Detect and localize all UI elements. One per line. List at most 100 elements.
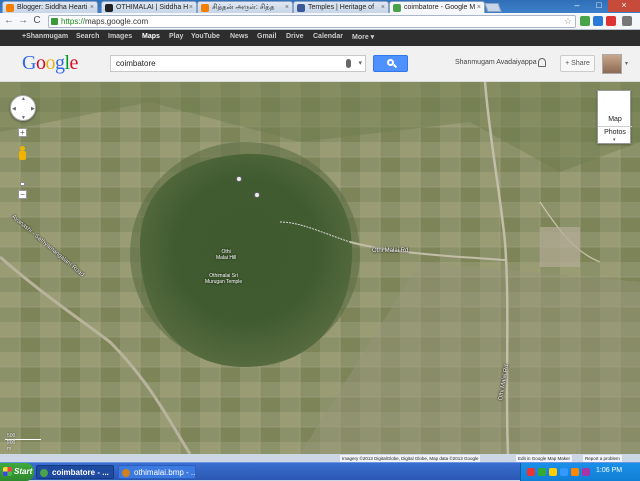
zoom-in-button[interactable]: + (18, 128, 27, 137)
address-bar[interactable]: https://maps.google.com ☆ (48, 15, 576, 28)
logo-letter: e (69, 52, 79, 74)
search-dropdown-icon[interactable]: ▾ (358, 56, 362, 71)
satellite-imagery (0, 82, 640, 454)
google-bar-link[interactable]: Drive (286, 33, 304, 40)
taskbar-app-icon (40, 469, 48, 477)
map-type-control[interactable]: Map Photos ▾ (597, 90, 632, 144)
taskbar-item[interactable]: coimbatore - ... (36, 465, 114, 479)
chevron-down-icon[interactable]: ▾ (613, 137, 616, 143)
tray-icon[interactable] (527, 468, 535, 476)
pan-control[interactable]: ▲ ▼ ◀ ▶ (10, 95, 36, 121)
bookmark-star-icon[interactable]: ☆ (564, 16, 572, 27)
pan-left-icon[interactable]: ◀ (12, 106, 16, 112)
road-label-othi-malai-rd: Othi Malai Rd (372, 248, 409, 254)
url-host: maps.google.com (85, 17, 149, 26)
google-logo[interactable]: Google (22, 52, 78, 75)
browser-tab[interactable]: Blogger: Siddha Hearti × (2, 1, 98, 13)
taskbar-item-label: coimbatore - ... (52, 468, 109, 477)
google-bar-link[interactable]: Play (169, 33, 183, 40)
new-tab-button[interactable] (484, 3, 502, 12)
google-bar-link[interactable]: More ▾ (352, 33, 374, 41)
map-type-map[interactable]: Map (598, 116, 632, 123)
tab-favicon-icon (105, 4, 113, 12)
temple-marker-icon[interactable] (254, 192, 260, 198)
google-bar-link[interactable]: Calendar (313, 33, 343, 40)
avatar-dropdown-icon[interactable]: ▾ (625, 60, 628, 67)
temple-label: Othimalai Sri Murugan Temple (205, 273, 242, 285)
tab-title: coimbatore - Google M (404, 4, 476, 11)
pan-right-icon[interactable]: ▶ (31, 106, 35, 112)
pan-down-icon[interactable]: ▼ (21, 115, 26, 121)
tray-icon[interactable] (571, 468, 579, 476)
tab-title: Blogger: Siddha Hearti (17, 4, 88, 11)
tray-icon[interactable] (538, 468, 546, 476)
divider (598, 126, 632, 127)
start-label: Start (14, 467, 33, 476)
minimize-button[interactable]: – (566, 0, 588, 12)
browser-tab[interactable]: coimbatore - Google M × (389, 1, 485, 13)
extension-icon[interactable] (593, 16, 603, 26)
browser-tab[interactable]: சித்தன் அருள்: சித்த × (197, 1, 293, 13)
windows-taskbar: Start coimbatore - ... othimalai.bmp - ..… (0, 462, 640, 481)
maximize-button[interactable]: □ (588, 0, 610, 12)
tab-close-icon[interactable]: × (90, 2, 94, 13)
hill-marker-icon[interactable] (236, 176, 242, 182)
taskbar-app-icon (122, 469, 130, 477)
avatar[interactable] (602, 54, 622, 74)
browser-tab[interactable]: Temples | Heritage of × (293, 1, 389, 13)
microphone-icon[interactable] (346, 59, 351, 68)
google-bar-link[interactable]: YouTube (191, 33, 220, 40)
search-icon-handle (392, 63, 398, 69)
tab-title: சித்தன் அருள்: சித்த (212, 4, 275, 11)
zoom-out-button[interactable]: − (18, 190, 27, 199)
logo-letter: o (45, 52, 55, 74)
google-bar-link[interactable]: Search (76, 33, 99, 40)
extension-icon[interactable] (580, 16, 590, 26)
tray-icon[interactable] (560, 468, 568, 476)
google-bar-link[interactable]: +Shanmugam (22, 33, 68, 40)
map-canvas[interactable]: Othi Malai Rd Othi Malai Rd Avanashi - S… (0, 82, 640, 454)
tray-icon[interactable] (582, 468, 590, 476)
street-view-pegman-icon[interactable] (19, 146, 26, 161)
share-button[interactable]: + Share (560, 55, 595, 72)
map-type-photos[interactable]: Photos (598, 129, 632, 136)
google-bar: +Shanmugam Search Images Maps Play YouTube New… (0, 30, 640, 46)
tab-close-icon[interactable]: × (477, 2, 481, 13)
tab-close-icon[interactable]: × (189, 2, 193, 13)
windows-logo-icon (3, 467, 12, 476)
taskbar-item[interactable]: othimalai.bmp - ... (118, 465, 196, 479)
google-bar-link[interactable]: Images (108, 33, 132, 40)
reload-button[interactable]: C (31, 15, 43, 27)
logo-letter: G (22, 52, 36, 74)
google-bar-link[interactable]: Maps (142, 33, 160, 40)
hill-label-text: Othi Malai Hill (216, 249, 237, 261)
search-button[interactable] (373, 55, 408, 72)
back-button[interactable]: ← (3, 15, 15, 27)
taskbar-item-label: othimalai.bmp - ... (134, 468, 196, 477)
pan-up-icon[interactable]: ▲ (21, 96, 26, 102)
lock-icon (51, 18, 58, 25)
google-bar-link[interactable]: Gmail (257, 33, 276, 40)
notifications-bell-icon[interactable] (538, 58, 546, 67)
browser-tab[interactable]: OTHIMALAI | Siddha H × (101, 1, 197, 13)
zoom-slider[interactable] (20, 182, 25, 186)
close-window-button[interactable]: × (608, 0, 640, 12)
tab-favicon-icon (6, 4, 14, 12)
tray-icon[interactable] (549, 468, 557, 476)
search-input[interactable]: coimbatore ▾ (110, 55, 366, 72)
browser-toolbar: ← → C https://maps.google.com ☆ (0, 13, 640, 30)
hill-label: Othi Malai Hill (216, 249, 236, 261)
browser-tab-strip: Blogger: Siddha Hearti × OTHIMALAI | Siddh… (0, 0, 640, 13)
tab-title: Temples | Heritage of (308, 4, 375, 11)
wrench-menu-icon[interactable] (622, 16, 632, 26)
extension-icon[interactable] (606, 16, 616, 26)
tab-close-icon[interactable]: × (381, 2, 385, 13)
tab-favicon-icon (297, 4, 305, 12)
forward-button[interactable]: → (17, 15, 29, 27)
tab-close-icon[interactable]: × (285, 2, 289, 13)
temple-label-text: Othimalai Sri Murugan Temple (205, 273, 243, 285)
clock[interactable]: 1:06 PM (596, 467, 622, 474)
google-bar-link[interactable]: News (230, 33, 248, 40)
start-button[interactable]: Start (0, 463, 34, 481)
user-name[interactable]: Shanmugam Avadaiyappa (455, 59, 537, 66)
